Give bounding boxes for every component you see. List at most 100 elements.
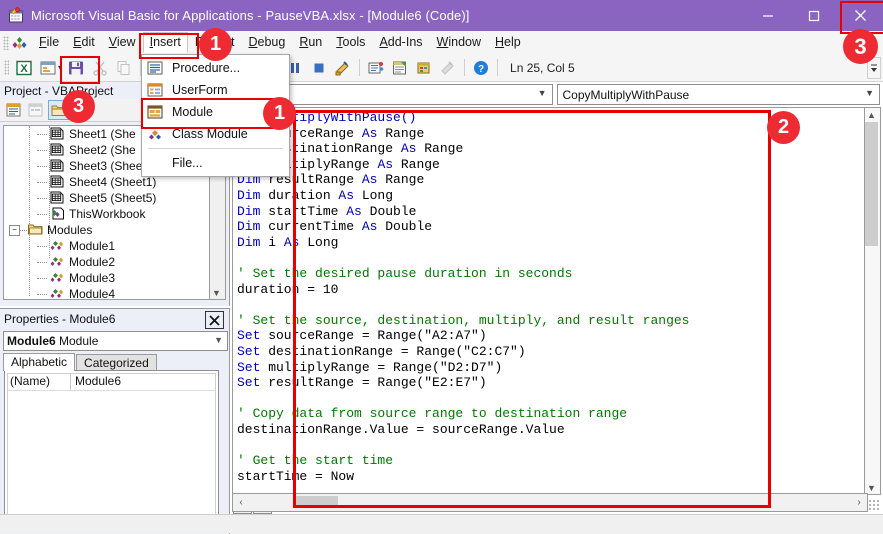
tree-connector — [37, 214, 47, 215]
menu-help[interactable]: Help — [488, 32, 528, 53]
menu-item-label: Module — [172, 105, 213, 119]
object-browser-icon[interactable] — [414, 58, 434, 78]
menu-insert[interactable]: Insert — [142, 32, 188, 53]
menu-item-label: Procedure... — [172, 61, 241, 75]
menu-edit[interactable]: Edit — [66, 32, 102, 53]
resize-grip[interactable] — [868, 499, 881, 512]
help-icon[interactable]: ? — [471, 58, 491, 78]
code-text[interactable]: CopyMultiplyWithPause()Dim sourceRange A… — [237, 110, 689, 484]
code-line: Dim resultRange As Range — [237, 172, 425, 188]
code-line: destinationRange.Value = sourceRange.Val… — [237, 421, 565, 437]
close-button[interactable] — [837, 0, 883, 31]
code-line: ' Copy data from source range to destina… — [237, 406, 628, 422]
chevron-down-icon[interactable]: ▼ — [538, 88, 547, 98]
tree-connector — [37, 182, 47, 183]
menu-item-label: UserForm — [172, 83, 228, 97]
code-line: Dim duration As Long — [237, 187, 394, 203]
scroll-up-icon[interactable]: ▲ — [865, 108, 878, 121]
tree-item-thisworkbook[interactable]: ThisWorkbook — [4, 206, 213, 222]
tree-item-label: ThisWorkbook — [69, 207, 146, 221]
menu-addins[interactable]: Add-Ins — [372, 32, 429, 53]
standard-toolbar: X ▾ ? Ln 25, Col 5 — [0, 54, 883, 82]
scroll-left-icon[interactable]: ‹ — [233, 497, 249, 508]
module-item-icon — [50, 271, 66, 285]
reset-icon[interactable] — [309, 58, 329, 78]
tree-item-module2[interactable]: Module2 — [4, 254, 213, 270]
insert-dropdown-caret-icon[interactable]: ▾ — [58, 63, 62, 72]
file-icon — [145, 154, 165, 172]
tree-connector — [37, 246, 47, 247]
thisworkbook-icon — [50, 207, 66, 221]
worksheet-icon — [50, 127, 66, 141]
scroll-right-icon[interactable]: › — [851, 497, 867, 508]
design-mode-icon[interactable] — [333, 58, 353, 78]
tab-alphabetic[interactable]: Alphabetic — [3, 353, 76, 371]
tree-item-label: Sheet1 (She — [69, 127, 136, 141]
menu-grip-handle[interactable] — [3, 35, 9, 50]
tree-item-label: Module2 — [69, 255, 116, 269]
code-window-combos: al) ▼ CopyMultiplyWithPause ▼ — [233, 84, 880, 105]
menu-item-label: Class Module — [172, 127, 248, 141]
toolbar-grip-handle[interactable] — [4, 60, 9, 75]
window-controls — [745, 0, 883, 31]
code-editor[interactable]: CopyMultiplyWithPause()Dim sourceRange A… — [232, 107, 867, 494]
vertical-scroll-thumb[interactable] — [865, 122, 878, 246]
code-line: Set sourceRange = Range("A2:A7") — [237, 328, 487, 344]
view-object-icon[interactable] — [26, 101, 45, 119]
menu-file[interactable]: FFileile — [32, 32, 66, 53]
procedure-icon — [145, 59, 165, 77]
save-icon[interactable] — [66, 58, 86, 78]
property-row[interactable]: (Name) Module6 — [8, 374, 215, 391]
worksheet-icon — [50, 159, 66, 173]
view-code-icon[interactable] — [4, 101, 23, 119]
title-bar: Microsoft Visual Basic for Applications … — [0, 0, 883, 31]
tree-item-module3[interactable]: Module3 — [4, 270, 213, 286]
menu-item-userform[interactable]: UserForm — [142, 79, 289, 101]
properties-object-combo[interactable]: Module6 Module ▼ — [3, 331, 228, 351]
minimize-button[interactable] — [745, 0, 791, 31]
project-explorer-icon[interactable] — [366, 58, 386, 78]
toolbox-icon[interactable] — [438, 58, 458, 78]
code-line: Dim currentTime As Double — [237, 219, 433, 235]
tree-connector — [37, 294, 47, 295]
code-horizontal-scrollbar[interactable]: ‹ › — [232, 493, 868, 512]
cut-icon[interactable] — [90, 58, 110, 78]
menu-item-file[interactable]: File... — [142, 152, 289, 174]
code-line: ' Set the desired pause duration in seco… — [237, 265, 573, 281]
menu-run[interactable]: Run — [292, 32, 329, 53]
menu-view[interactable]: View — [102, 32, 143, 53]
menu-window[interactable]: Window — [430, 32, 488, 53]
menu-tools[interactable]: Tools — [329, 32, 372, 53]
chevron-down-icon[interactable]: ▼ — [214, 335, 223, 345]
chevron-down-icon[interactable]: ▼ — [865, 88, 874, 98]
properties-window-icon[interactable] — [390, 58, 410, 78]
menu-bar: FFileile Edit View Insert Format Debug R… — [0, 31, 883, 55]
code-line: Dim startTime As Double — [237, 203, 417, 219]
view-excel-icon[interactable]: X — [14, 58, 34, 78]
status-bar — [0, 514, 883, 533]
scroll-down-icon[interactable]: ▼ — [210, 286, 223, 299]
procedure-combo[interactable]: CopyMultiplyWithPause ▼ — [556, 84, 880, 105]
maximize-button[interactable] — [791, 0, 837, 31]
code-vertical-scrollbar[interactable]: ▲ ▼ — [864, 107, 881, 495]
properties-grid: (Name) Module6 — [4, 370, 219, 527]
tree-item-module4[interactable]: Module4 — [4, 286, 213, 299]
code-line: ' Set the source, destination, multiply,… — [237, 312, 690, 328]
menu-item-class-module[interactable]: Class Module — [142, 123, 289, 145]
annotation-badge-3-3: 3 — [843, 29, 878, 64]
menu-debug[interactable]: Debug — [241, 32, 292, 53]
tree-item-modules[interactable]: − Modules — [4, 222, 213, 238]
vba-logo-icon — [11, 35, 28, 51]
tree-item-module1[interactable]: Module1 — [4, 238, 213, 254]
tab-categorized[interactable]: Categorized — [76, 354, 157, 371]
worksheet-icon — [50, 175, 66, 189]
insert-userform-icon[interactable] — [38, 58, 58, 78]
class-module-icon — [145, 125, 165, 143]
module-item-icon — [50, 255, 66, 269]
properties-close-button[interactable] — [205, 311, 224, 329]
property-value[interactable]: Module6 — [71, 374, 121, 390]
copy-icon[interactable] — [114, 58, 134, 78]
horizontal-scroll-thumb[interactable] — [295, 496, 338, 508]
tree-item-sheet5-sheet5[interactable]: Sheet5 (Sheet5) — [4, 190, 213, 206]
property-name: (Name) — [8, 374, 71, 390]
